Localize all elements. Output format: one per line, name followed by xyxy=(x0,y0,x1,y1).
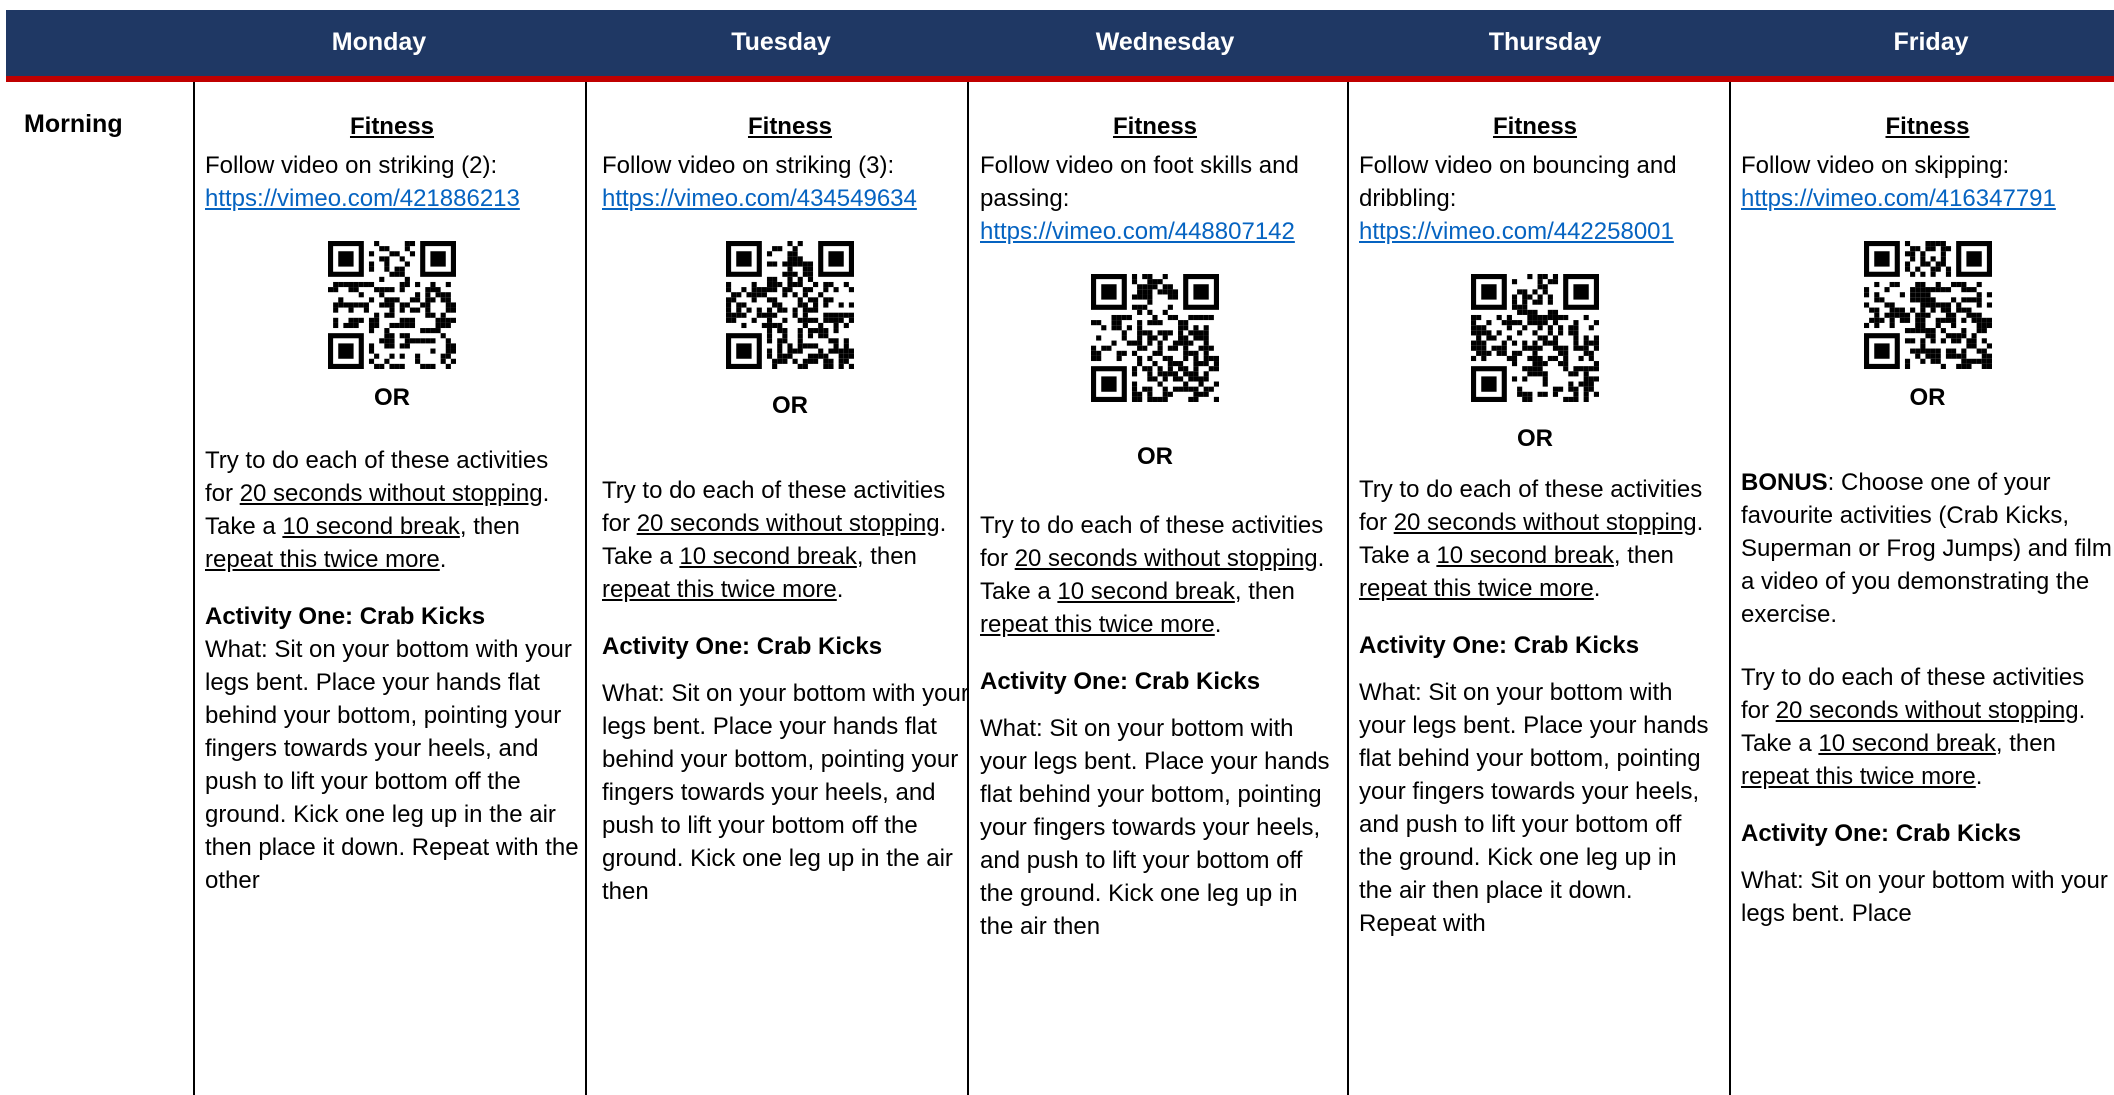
activity-title: Activity One: Crab Kicks xyxy=(1359,632,1640,659)
video-link[interactable]: https://vimeo.com/416347791 xyxy=(1741,182,2114,215)
activity-description: What: Sit on your bottom with your legs … xyxy=(1359,679,1709,937)
activity-title: Activity One: Crab Kicks xyxy=(205,603,486,630)
monday-cell: Fitness Follow video on striking (2): ht… xyxy=(205,110,579,1095)
activity-title: Activity One: Crab Kicks xyxy=(1741,820,2022,847)
activity-description: What: Sit on your bottom with your legs … xyxy=(602,680,969,905)
qr-code-icon xyxy=(1091,274,1219,402)
instructions: Try to do each of these activities for 2… xyxy=(602,477,947,603)
column-divider xyxy=(585,82,587,1095)
header-monday: Monday xyxy=(331,28,427,56)
header-wednesday: Wednesday xyxy=(1095,28,1235,56)
or-label: OR xyxy=(1909,384,1946,411)
wednesday-cell: Fitness Follow video on foot skills and … xyxy=(980,110,1330,1095)
or-label: OR xyxy=(374,384,410,411)
qr-code-icon xyxy=(328,241,456,369)
qr-code-icon xyxy=(726,241,854,369)
section-title: Fitness xyxy=(1492,113,1578,140)
qr-code-icon xyxy=(1471,274,1599,402)
video-link[interactable]: https://vimeo.com/421886213 xyxy=(205,182,579,215)
friday-cell: Fitness Follow video on skipping: https:… xyxy=(1741,110,2114,1095)
video-intro: Follow video on bouncing and dribbling: xyxy=(1359,152,1677,212)
bonus-text: BONUS: Choose one of your favourite acti… xyxy=(1741,469,2112,628)
instructions: Try to do each of these activities for 2… xyxy=(205,447,550,573)
column-divider xyxy=(1729,82,1731,1095)
video-intro: Follow video on skipping: xyxy=(1741,152,2010,179)
thursday-cell: Fitness Follow video on bouncing and dri… xyxy=(1359,110,1711,1095)
instructions: Try to do each of these activities for 2… xyxy=(1359,476,1704,602)
header-friday: Friday xyxy=(1893,28,1969,56)
header-thursday: Thursday xyxy=(1488,28,1602,56)
video-intro: Follow video on striking (3): xyxy=(602,152,895,179)
or-label: OR xyxy=(1517,425,1553,452)
section-title: Fitness xyxy=(1112,113,1198,140)
or-label: OR xyxy=(1137,443,1173,470)
video-intro: Follow video on foot skills and passing: xyxy=(980,152,1299,212)
video-intro: Follow video on striking (2): xyxy=(205,152,498,179)
section-title: Fitness xyxy=(1885,113,1970,140)
video-link[interactable]: https://vimeo.com/434549634 xyxy=(602,182,978,215)
section-title: Fitness xyxy=(747,113,833,140)
column-divider xyxy=(1347,82,1349,1095)
activity-description: What: Sit on your bottom with your legs … xyxy=(1741,867,2108,927)
qr-code-icon xyxy=(1863,241,1992,369)
column-divider xyxy=(193,82,195,1095)
activity-title: Activity One: Crab Kicks xyxy=(980,668,1261,695)
header-tuesday: Tuesday xyxy=(731,28,831,56)
video-link[interactable]: https://vimeo.com/448807142 xyxy=(980,215,1330,248)
tuesday-cell: Fitness Follow video on striking (3): ht… xyxy=(602,110,978,1095)
row-label-morning: Morning xyxy=(24,110,123,138)
instructions: Try to do each of these activities for 2… xyxy=(1741,664,2086,790)
activity-description: What: Sit on your bottom with your legs … xyxy=(205,636,579,894)
instructions: Try to do each of these activities for 2… xyxy=(980,512,1325,638)
activity-description: What: Sit on your bottom with your legs … xyxy=(980,715,1330,940)
video-link[interactable]: https://vimeo.com/442258001 xyxy=(1359,215,1711,248)
or-label: OR xyxy=(772,392,808,419)
activity-title: Activity One: Crab Kicks xyxy=(602,633,883,660)
table-header: Monday Tuesday Wednesday Thursday Friday xyxy=(6,10,2114,82)
section-title: Fitness xyxy=(349,113,435,140)
